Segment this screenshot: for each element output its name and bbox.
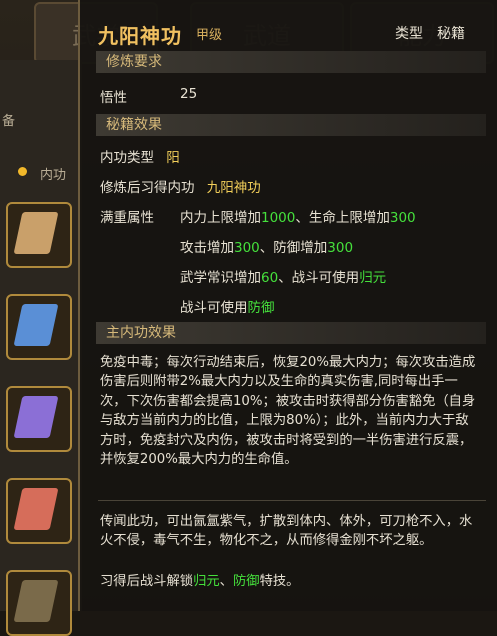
unlock-sep: 、 xyxy=(219,574,233,589)
book-icon xyxy=(13,488,59,530)
attr1-label: 内力上限增加 xyxy=(180,210,261,226)
divider xyxy=(98,500,486,501)
unlock-prefix: 习得后战斗解锁 xyxy=(100,574,194,589)
req-value: 25 xyxy=(180,86,198,102)
attr3-value-b: 归元 xyxy=(359,270,387,286)
full-label: 满重属性 xyxy=(100,206,154,226)
inner-type-row: 内功类型 阳 xyxy=(100,146,180,166)
unlock-skill-2: 防御 xyxy=(232,574,260,589)
inner-type-label: 内功类型 xyxy=(100,150,154,166)
attr3-sep: 、战斗可使用 xyxy=(278,270,360,286)
learned-value: 九阳神功 xyxy=(206,180,261,196)
req-row: 悟性 xyxy=(100,86,127,106)
attr4-label: 战斗可使用 xyxy=(180,300,248,316)
attr3-value: 60 xyxy=(261,270,279,286)
item-slot-1[interactable] xyxy=(6,202,72,268)
attr2-label: 攻击增加 xyxy=(180,240,234,256)
attr-row-4: 战斗可使用防御 xyxy=(180,296,275,316)
side-label: 备 xyxy=(2,114,16,129)
unlock-text: 习得后战斗解锁归元、防御特技。 xyxy=(100,572,480,591)
full-label-text: 满重属性 xyxy=(100,210,154,226)
attr2-value-b: 300 xyxy=(327,240,354,256)
attr4-value: 防御 xyxy=(247,300,275,316)
unlock-skill-1: 归元 xyxy=(193,574,220,589)
attr1-sep: 、生命上限增加 xyxy=(295,210,390,226)
type-value: 秘籍 xyxy=(437,26,465,42)
main-effect-desc: 免疫中毒；每次行动结束后，恢复20%最大内力；每次攻击造成伤害后则附带2%最大内… xyxy=(100,355,476,468)
attr2-value: 300 xyxy=(234,240,260,256)
book-icon xyxy=(13,396,59,438)
filter-dot-icon xyxy=(18,167,27,176)
section-main-effect: 主内功效果 xyxy=(96,322,486,344)
item-slot-3[interactable] xyxy=(6,386,72,452)
attr3-label: 武学常识增加 xyxy=(180,270,261,286)
learned-label: 修炼后习得内功 xyxy=(100,180,195,196)
item-slot-2[interactable] xyxy=(6,294,72,360)
section-effects: 秘籍效果 xyxy=(96,114,486,136)
req-label: 悟性 xyxy=(100,90,127,106)
type-label: 类型 xyxy=(395,26,423,42)
lore-text: 传闻此功，可出氤氲紫气，扩散到体内、体外，可刀枪不入，水火不侵，毒气不生，物化不… xyxy=(100,514,473,549)
book-icon xyxy=(13,580,59,622)
section-requirements: 修炼要求 xyxy=(96,51,486,73)
unlock-suffix: 特技。 xyxy=(259,574,300,589)
attr-row-1: 内力上限增加1000、生命上限增加300 xyxy=(180,206,416,226)
attr-row-3: 武学常识增加60、战斗可使用归元 xyxy=(180,266,386,286)
inner-type-value: 阳 xyxy=(166,150,180,166)
attr2-sep: 、防御增加 xyxy=(259,240,328,256)
req-value-row: 25 xyxy=(180,86,197,102)
item-grade: 甲级 xyxy=(196,28,223,43)
learned-row: 修炼后习得内功 九阳神功 xyxy=(100,176,261,196)
item-slot-4[interactable] xyxy=(6,478,72,544)
book-icon xyxy=(13,212,59,254)
attr1-value: 1000 xyxy=(261,210,296,226)
attr1-value-b: 300 xyxy=(389,210,416,226)
book-icon xyxy=(13,304,59,346)
item-title: 九阳神功 xyxy=(98,24,182,48)
filter-neigong[interactable]: 内功 xyxy=(40,164,66,183)
item-slot-5[interactable] xyxy=(6,570,72,636)
attr-row-2: 攻击增加300、防御增加300 xyxy=(180,236,353,256)
